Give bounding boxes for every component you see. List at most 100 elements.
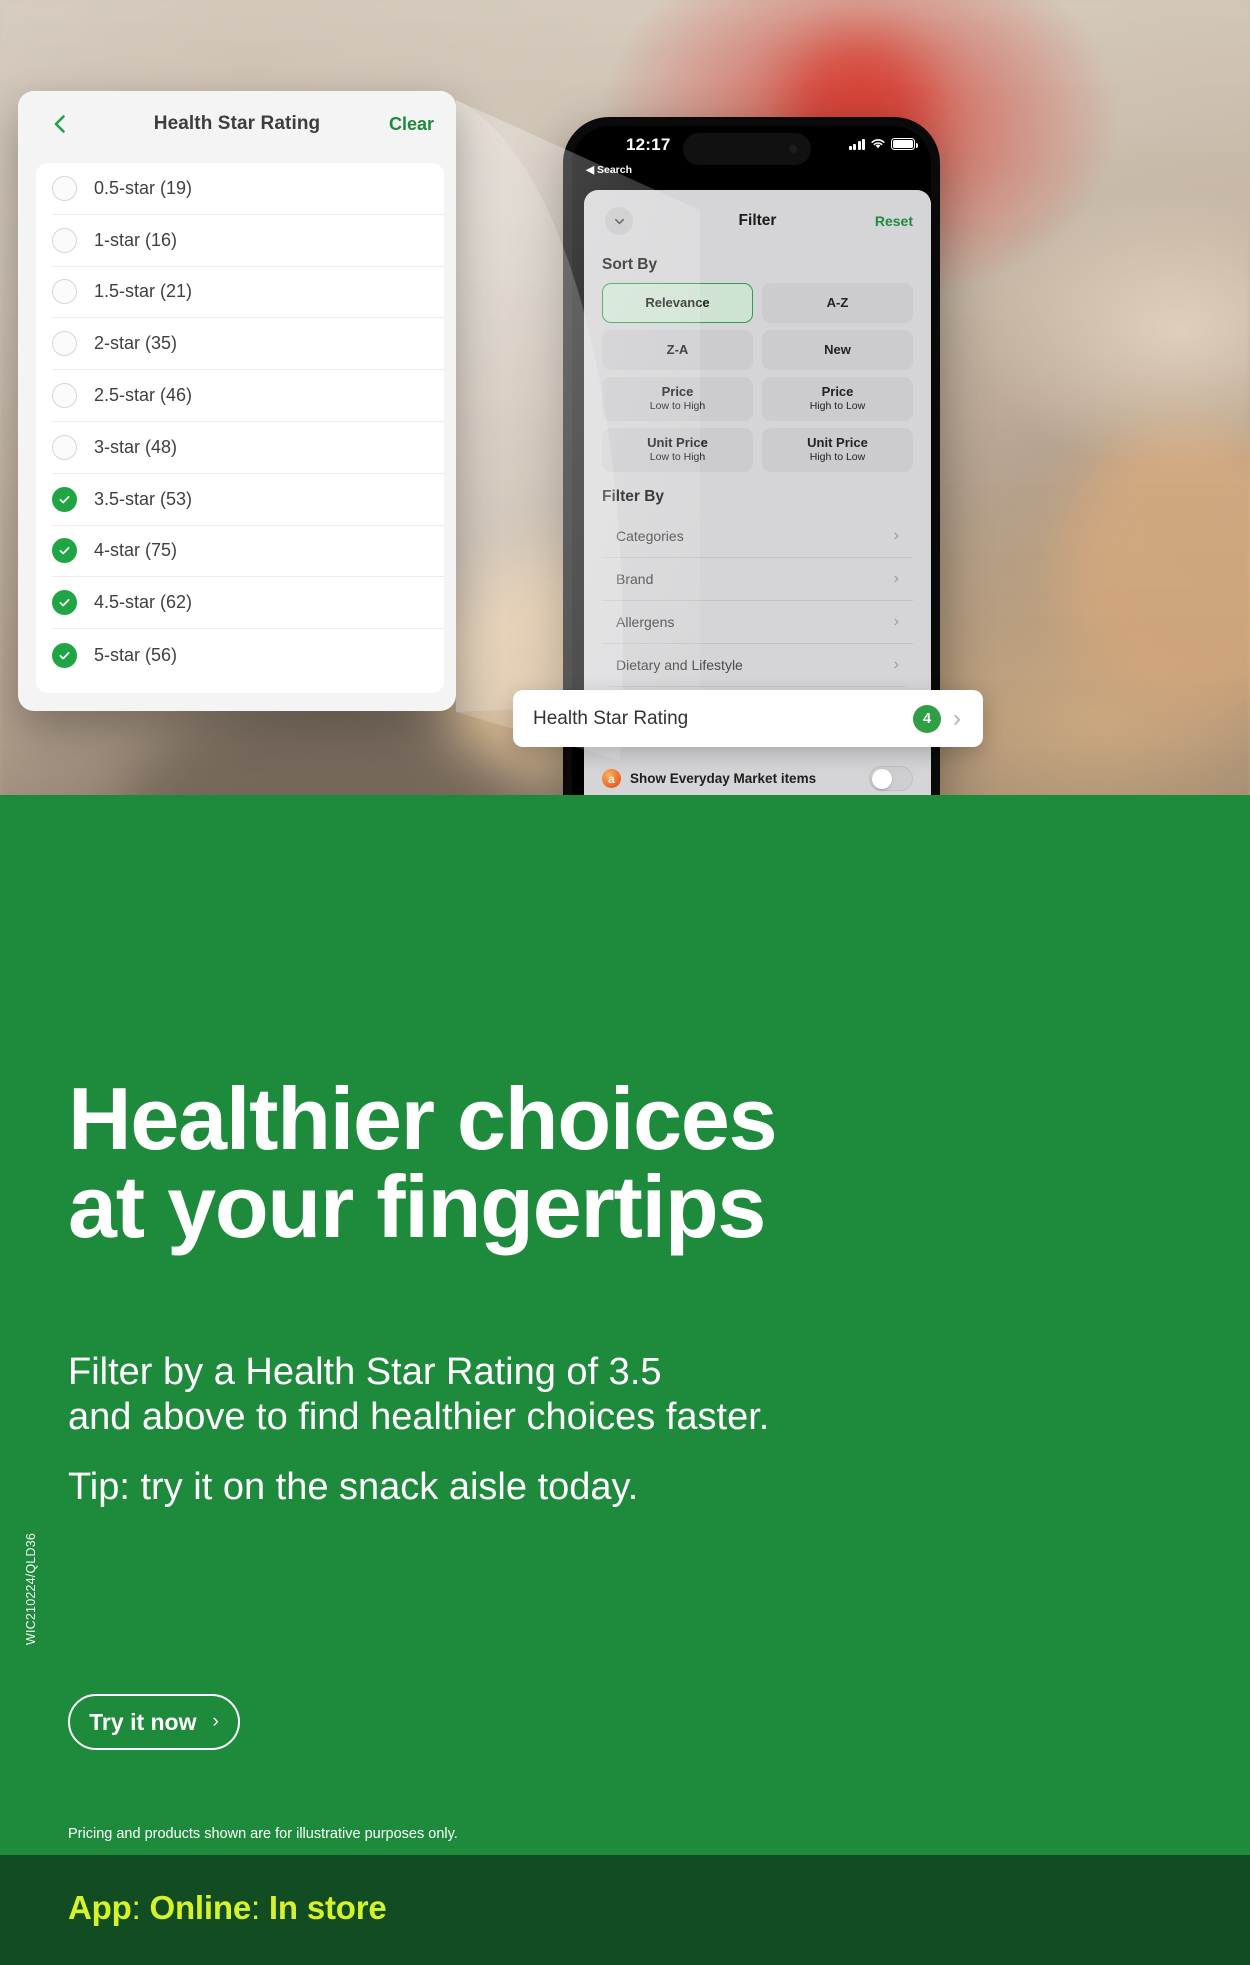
checkbox-checked-icon[interactable]	[52, 642, 77, 668]
reset-button[interactable]: Reset	[875, 213, 913, 229]
headline-line-1: Healthier choices	[68, 1069, 778, 1168]
sort-options-grid: Relevance A-Z Z-A New Price Low to High	[584, 283, 931, 472]
bokeh-tan	[1060, 420, 1250, 720]
everyday-market-toggle-row[interactable]: Show Everyday Market items	[602, 766, 913, 791]
hsr-option-label: 1.5-star (21)	[94, 281, 193, 302]
sort-option-new[interactable]: New	[762, 330, 913, 370]
list-item[interactable]: 3.5-star (53)	[52, 474, 444, 526]
status-back-to-search[interactable]: ◀ Search	[586, 164, 632, 176]
hsr-option-label: 0.5-star (19)	[94, 177, 193, 198]
hsr-option-label: 3-star (48)	[94, 436, 178, 457]
hsr-option-label: 4-star (75)	[94, 540, 178, 561]
sort-option-price-low-high[interactable]: Price Low to High	[602, 377, 753, 421]
checkbox-unchecked-icon[interactable]	[52, 279, 77, 305]
filter-row-dietary-and-lifestyle[interactable]: Dietary and Lifestyle ›	[602, 644, 913, 687]
list-item[interactable]: 1.5-star (21)	[52, 267, 444, 319]
sort-option-relevance[interactable]: Relevance	[602, 283, 753, 323]
check-icon	[59, 547, 70, 555]
sort-option-label: Price	[661, 384, 694, 400]
status-back-label: Search	[597, 164, 633, 176]
list-item[interactable]: 2-star (35)	[52, 318, 444, 371]
channel-app: App	[68, 1889, 132, 1926]
campaign-code: WIC210224/QLD36	[24, 1532, 38, 1645]
hsr-option-label: 1-star (16)	[94, 229, 178, 250]
status-bar: 12:17 ◀ Search	[572, 126, 931, 190]
list-item[interactable]: 1-star (16)	[52, 215, 444, 267]
filter-row-label: Categories	[616, 528, 684, 544]
checkbox-unchecked-icon[interactable]	[52, 434, 77, 460]
promo-body-text: Filter by a Health Star Rating of 3.5 an…	[68, 1350, 1128, 1509]
hsr-option-label: 2-star (35)	[94, 333, 178, 354]
separator-1: :	[131, 1889, 141, 1926]
hsr-option-label: 2.5-star (46)	[94, 385, 193, 406]
front-camera-icon	[789, 145, 797, 153]
channels-footer: App: Online: In store	[68, 1889, 387, 1927]
sort-option-a-z[interactable]: A-Z	[762, 283, 913, 323]
sort-option-price-high-low[interactable]: Price High to Low	[762, 377, 913, 421]
health-star-rating-filter-row[interactable]: Health Star Rating 4 ›	[513, 690, 983, 747]
hsr-option-label: 4.5-star (62)	[94, 592, 193, 613]
checkbox-unchecked-icon[interactable]	[52, 175, 77, 201]
check-icon	[59, 495, 70, 504]
sort-option-label: Price	[821, 384, 854, 400]
list-item[interactable]: 2.5-star (46)	[52, 370, 444, 422]
everyday-market-toggle[interactable]	[869, 766, 913, 791]
filter-row-brand[interactable]: Brand ›	[602, 558, 913, 601]
list-item[interactable]: 3-star (48)	[52, 422, 444, 474]
checkbox-checked-icon[interactable]	[52, 486, 77, 512]
channel-online: Online	[149, 1889, 252, 1926]
dynamic-island	[683, 133, 811, 165]
chevron-right-icon: ›	[893, 570, 899, 587]
status-indicators	[848, 138, 918, 150]
sort-by-heading: Sort By	[602, 256, 658, 273]
cta-label: Try it now	[89, 1708, 197, 1735]
chevron-right-icon: ›	[212, 1711, 219, 1732]
check-icon	[59, 599, 70, 607]
sort-option-unit-price-high-low[interactable]: Unit Price High to Low	[762, 428, 913, 472]
checkbox-unchecked-icon[interactable]	[52, 227, 77, 253]
filter-category-list: Categories › Brand › Allergens › Dietary…	[602, 515, 913, 687]
everyday-market-icon	[602, 769, 621, 788]
cellular-signal-icon	[848, 138, 865, 150]
checkbox-unchecked-icon[interactable]	[52, 383, 77, 409]
checkbox-checked-icon[interactable]	[52, 590, 77, 616]
clear-button[interactable]: Clear	[389, 114, 434, 135]
filter-row-label: Brand	[616, 571, 654, 587]
filter-row-categories[interactable]: Categories ›	[602, 515, 913, 558]
sort-option-label: Relevance	[645, 294, 710, 310]
list-item[interactable]: 4.5-star (62)	[52, 577, 444, 630]
filter-by-heading: Filter By	[602, 488, 665, 505]
status-time: 12:17	[626, 135, 671, 154]
everyday-market-label: Show Everyday Market items	[630, 771, 817, 786]
hsr-pill-label: Health Star Rating	[533, 707, 689, 729]
chevron-right-icon: ›	[893, 656, 899, 673]
page-title: Healthier choices at your fingertips	[68, 1075, 1118, 1251]
chevron-right-icon: ›	[953, 704, 961, 732]
checkbox-unchecked-icon[interactable]	[52, 331, 77, 357]
sort-option-label: Unit Price	[807, 435, 868, 451]
sort-option-label: New	[824, 341, 851, 357]
list-item[interactable]: 4-star (75)	[52, 526, 444, 578]
sort-option-label: Z-A	[666, 341, 689, 357]
list-item[interactable]: 5-star (56)	[52, 629, 444, 681]
hsr-option-label: 3.5-star (53)	[94, 488, 193, 509]
try-it-now-button[interactable]: Try it now ›	[68, 1694, 240, 1750]
sort-option-unit-price-low-high[interactable]: Unit Price Low to High	[602, 428, 753, 472]
filter-row-label: Dietary and Lifestyle	[616, 657, 743, 673]
hsr-panel-header: Health Star Rating Clear	[18, 91, 456, 157]
filter-row-allergens[interactable]: Allergens ›	[602, 601, 913, 644]
channel-in-store: In store	[268, 1889, 387, 1926]
sort-option-sublabel: Low to High	[649, 451, 706, 464]
sort-option-z-a[interactable]: Z-A	[602, 330, 753, 370]
filter-sheet-header: Filter Reset	[584, 190, 931, 248]
disclaimer-text: Pricing and products shown are for illus…	[68, 1826, 458, 1842]
sort-option-sublabel: High to Low	[809, 451, 866, 464]
battery-full-icon	[891, 138, 918, 150]
triangle-left-icon: ◀	[586, 164, 595, 176]
checkbox-checked-icon[interactable]	[52, 538, 77, 564]
sort-option-label: Unit Price	[647, 435, 708, 451]
chevron-right-icon: ›	[893, 613, 899, 630]
sort-option-sublabel: Low to High	[649, 400, 706, 413]
body-line-2: and above to find healthier choices fast…	[68, 1395, 770, 1438]
list-item[interactable]: 0.5-star (19)	[52, 163, 444, 215]
